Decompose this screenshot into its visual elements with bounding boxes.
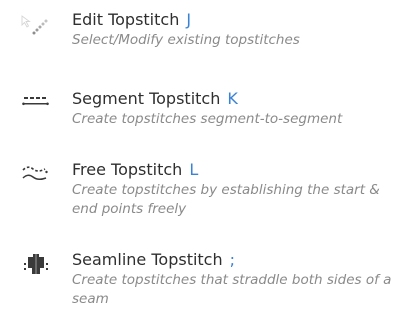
shortcut-key: ; bbox=[229, 250, 236, 269]
shortcut-key: J bbox=[186, 10, 192, 29]
topstitch-tool-menu: Edit Topstitch J Select/Modify existing t… bbox=[0, 0, 408, 317]
free-topstitch-icon bbox=[18, 163, 54, 193]
segment-topstitch-description: Create topstitches segment-to-segment bbox=[72, 111, 343, 127]
segment-topstitch-title: Segment Topstitch K bbox=[72, 89, 238, 108]
seamline-topstitch-title: Seamline Topstitch; bbox=[72, 250, 236, 269]
seamline-topstitch-icon bbox=[18, 252, 54, 282]
menu-item-segment-topstitch[interactable]: Segment Topstitch K Create topstitches se… bbox=[0, 89, 400, 133]
menu-item-free-topstitch[interactable]: Free Topstitch L Create topstitches by es… bbox=[0, 160, 400, 224]
edit-topstitch-icon bbox=[18, 12, 54, 42]
shortcut-key: K bbox=[227, 89, 238, 108]
shortcut-key: L bbox=[189, 160, 199, 179]
free-topstitch-title: Free Topstitch L bbox=[72, 160, 199, 179]
menu-item-seamline-topstitch[interactable]: Seamline Topstitch; Create topstitches t… bbox=[0, 250, 400, 314]
edit-topstitch-title: Edit Topstitch J bbox=[72, 10, 192, 29]
edit-topstitch-description: Select/Modify existing topstitches bbox=[72, 32, 300, 48]
menu-item-edit-topstitch[interactable]: Edit Topstitch J Select/Modify existing t… bbox=[0, 10, 400, 54]
seamline-topstitch-description: Create topstitches that straddle both si… bbox=[72, 272, 392, 307]
free-topstitch-description: Create topstitches by establishing the s… bbox=[72, 182, 380, 217]
segment-topstitch-icon bbox=[18, 92, 54, 122]
